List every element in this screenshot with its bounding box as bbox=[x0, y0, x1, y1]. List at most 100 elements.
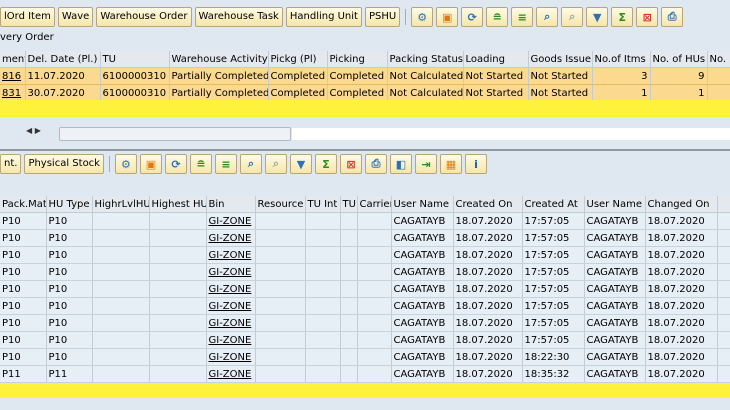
table-cell: CAGATAYB bbox=[584, 365, 646, 383]
table-cell bbox=[340, 263, 358, 281]
subtotal-icon[interactable]: ⊠ bbox=[339, 154, 362, 174]
column-header[interactable]: Changed On bbox=[645, 196, 718, 213]
info-icon[interactable]: i bbox=[464, 154, 487, 174]
column-header[interactable]: Del. Date (Pl.) bbox=[25, 51, 101, 68]
table-cell bbox=[255, 246, 306, 264]
table-cell[interactable]: 831 bbox=[0, 84, 26, 102]
toolbar-button[interactable]: Warehouse Order bbox=[96, 7, 192, 27]
column-header[interactable]: User Name bbox=[584, 196, 646, 213]
filter-icon[interactable]: ▼ bbox=[289, 154, 312, 174]
column-header[interactable]: ment bbox=[0, 51, 26, 68]
column-header[interactable]: TU bbox=[340, 196, 358, 213]
scroll-arrows[interactable]: ◀ ▶ bbox=[26, 126, 50, 140]
table-cell: P10 bbox=[0, 280, 47, 298]
settings-icon[interactable]: ⚙ bbox=[114, 154, 137, 174]
table-cell[interactable]: GI-ZONE bbox=[206, 263, 256, 281]
find-next-icon[interactable]: ⌕ bbox=[561, 7, 584, 27]
table-cell[interactable]: GI-ZONE bbox=[206, 212, 256, 230]
column-header[interactable]: Loading bbox=[463, 51, 529, 68]
table-row[interactable]: P10 P10 GI-ZONE CAGATAYB 18.07.2020 17:57:05 C… bbox=[0, 212, 730, 230]
find-icon[interactable]: ⌕ bbox=[536, 7, 559, 27]
toolbar-button[interactable]: lOrd Item bbox=[0, 7, 55, 27]
sort-desc-icon[interactable]: ≡ bbox=[214, 154, 237, 174]
view-icon[interactable]: ◧ bbox=[389, 154, 412, 174]
column-header[interactable] bbox=[717, 196, 730, 213]
table-cell: CAGATAYB bbox=[584, 314, 646, 332]
table-row[interactable]: P10 P10 GI-ZONE CAGATAYB 18.07.2020 17:57:05 C… bbox=[0, 263, 730, 281]
column-header[interactable]: HighrLvlHU bbox=[92, 196, 150, 213]
layout-icon[interactable]: ▣ bbox=[436, 7, 459, 27]
toolbar-button[interactable]: nt. bbox=[0, 154, 22, 174]
table-cell: CAGATAYB bbox=[391, 314, 454, 332]
print-icon[interactable]: ⎙ bbox=[661, 7, 684, 27]
sort-asc-icon[interactable]: ≘ bbox=[486, 7, 509, 27]
column-header[interactable]: Pickg (Pl) bbox=[268, 51, 328, 68]
column-header[interactable]: No. bbox=[707, 51, 730, 68]
column-header[interactable]: Created On bbox=[453, 196, 523, 213]
table-row[interactable]: P10 P10 GI-ZONE CAGATAYB 18.07.2020 17:57:05 C… bbox=[0, 229, 730, 247]
table-cell[interactable]: GI-ZONE bbox=[206, 314, 256, 332]
sort-asc-icon[interactable]: ≘ bbox=[189, 154, 212, 174]
table-row[interactable]: P10 P10 GI-ZONE CAGATAYB 18.07.2020 17:57:05 C… bbox=[0, 246, 730, 264]
column-header[interactable]: Goods Issue bbox=[528, 51, 593, 68]
table-cell: CAGATAYB bbox=[584, 297, 646, 315]
export-icon[interactable]: ⇥ bbox=[414, 154, 437, 174]
table-cell[interactable]: GI-ZONE bbox=[206, 229, 256, 247]
sum-icon[interactable]: Σ bbox=[314, 154, 337, 174]
subtotal-icon[interactable]: ⊠ bbox=[636, 7, 659, 27]
column-header[interactable]: Resource bbox=[255, 196, 306, 213]
table-cell[interactable]: GI-ZONE bbox=[206, 348, 256, 366]
table-row[interactable]: 816 11.07.2020 6100000310 Partially Complet… bbox=[0, 67, 730, 85]
column-header[interactable]: Created At bbox=[522, 196, 585, 213]
column-header[interactable]: Warehouse Activity bbox=[169, 51, 269, 68]
refresh-icon[interactable]: ⟳ bbox=[461, 7, 484, 27]
table-row[interactable]: P10 P10 GI-ZONE CAGATAYB 18.07.2020 17:57:05 C… bbox=[0, 280, 730, 298]
table-cell[interactable]: GI-ZONE bbox=[206, 297, 256, 315]
layout-icon[interactable]: ▣ bbox=[139, 154, 162, 174]
columns-icon[interactable]: ▦ bbox=[439, 154, 462, 174]
find-icon[interactable]: ⌕ bbox=[239, 154, 262, 174]
sum-icon[interactable]: Σ bbox=[611, 7, 634, 27]
column-header[interactable]: Picking bbox=[327, 51, 388, 68]
column-header[interactable]: Pack.Mat. bbox=[0, 196, 47, 213]
table-row[interactable]: P11 P11 GI-ZONE CAGATAYB 18.07.2020 18:35:32 C… bbox=[0, 365, 730, 383]
filter-icon[interactable]: ▼ bbox=[586, 7, 609, 27]
column-header[interactable]: User Name bbox=[391, 196, 454, 213]
table-cell[interactable]: GI-ZONE bbox=[206, 246, 256, 264]
table-cell bbox=[92, 246, 150, 264]
column-header[interactable]: No.of Itms bbox=[592, 51, 651, 68]
table-cell[interactable]: GI-ZONE bbox=[206, 365, 256, 383]
column-header[interactable]: TU bbox=[100, 51, 170, 68]
table-cell bbox=[92, 348, 150, 366]
column-header[interactable]: No. of HUs bbox=[650, 51, 708, 68]
table-row[interactable]: P10 P10 GI-ZONE CAGATAYB 18.07.2020 18:22:30 C… bbox=[0, 348, 730, 366]
refresh-icon[interactable]: ⟳ bbox=[164, 154, 187, 174]
print-icon[interactable]: ⎙ bbox=[364, 154, 387, 174]
column-header[interactable]: Packing Status bbox=[387, 51, 464, 68]
settings-icon[interactable]: ⚙ bbox=[411, 7, 434, 27]
table-row[interactable]: P10 P10 GI-ZONE CAGATAYB 18.07.2020 17:57:05 C… bbox=[0, 297, 730, 315]
toolbar-button[interactable]: Wave bbox=[57, 7, 94, 27]
table-cell[interactable]: 816 bbox=[0, 67, 26, 85]
table-cell[interactable]: GI-ZONE bbox=[206, 331, 256, 349]
sort-desc-icon[interactable]: ≡ bbox=[511, 7, 534, 27]
table-row[interactable]: P10 P10 GI-ZONE CAGATAYB 18.07.2020 17:57:05 C… bbox=[0, 331, 730, 349]
toolbar-button[interactable]: Physical Stock bbox=[24, 154, 104, 174]
column-header[interactable]: Bin bbox=[206, 196, 256, 213]
toolbar-button[interactable]: PSHU bbox=[364, 7, 401, 27]
table-cell: Partially Completed bbox=[169, 67, 269, 85]
column-header[interactable]: HU Type bbox=[46, 196, 93, 213]
horizontal-scrollbar[interactable] bbox=[59, 127, 291, 141]
splitter[interactable] bbox=[0, 149, 730, 151]
column-header[interactable]: Carrier bbox=[357, 196, 392, 213]
table-row[interactable]: P10 P10 GI-ZONE CAGATAYB 18.07.2020 17:57:05 C… bbox=[0, 314, 730, 332]
toolbar-button[interactable]: Handling Unit bbox=[285, 7, 362, 27]
column-header[interactable]: Highest HU bbox=[149, 196, 207, 213]
toolbar-button[interactable]: Warehouse Task bbox=[194, 7, 283, 27]
table-cell bbox=[149, 246, 207, 264]
table-cell bbox=[357, 229, 392, 247]
column-header[interactable]: TU Int bbox=[305, 196, 341, 213]
table-row[interactable]: 831 30.07.2020 6100000310 Partially Complet… bbox=[0, 84, 730, 102]
table-cell[interactable]: GI-ZONE bbox=[206, 280, 256, 298]
find-next-icon[interactable]: ⌕ bbox=[264, 154, 287, 174]
